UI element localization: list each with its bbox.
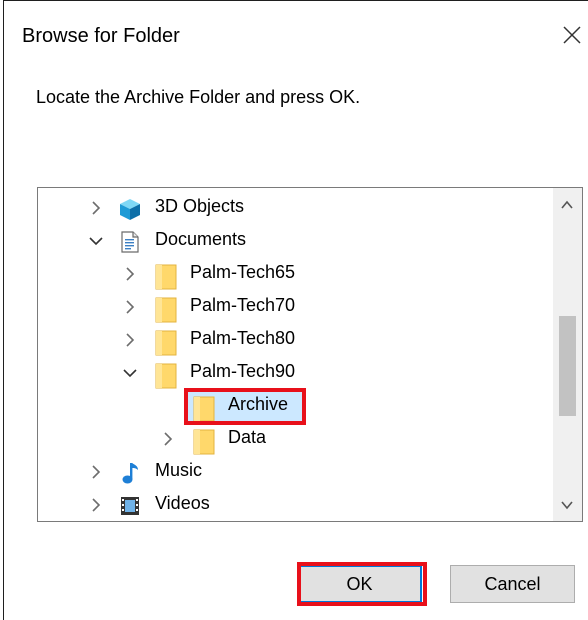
- chevron-right-icon[interactable]: [122, 266, 138, 282]
- tree-item-music[interactable]: Music: [38, 456, 548, 489]
- chevron-right-icon[interactable]: [88, 497, 104, 513]
- chevron-right-icon[interactable]: [122, 299, 138, 315]
- vertical-scrollbar[interactable]: [553, 188, 582, 521]
- chevron-right-icon[interactable]: [160, 431, 176, 447]
- tree-item-palm-tech90[interactable]: Palm-Tech90: [38, 357, 548, 390]
- cancel-button[interactable]: Cancel: [450, 565, 575, 603]
- close-icon[interactable]: [560, 23, 584, 47]
- tree-item-documents[interactable]: Documents: [38, 225, 548, 258]
- chevron-down-icon[interactable]: [88, 233, 104, 249]
- tree-item-label: Palm-Tech90: [190, 361, 296, 381]
- folder-icon: [154, 296, 178, 323]
- tree-item-palm-tech80[interactable]: Palm-Tech80: [38, 324, 548, 357]
- chevron-down-icon[interactable]: [122, 365, 138, 381]
- folder-icon: [154, 263, 178, 290]
- tree-item-label: Videos: [155, 493, 210, 513]
- tree-item-3d-objects[interactable]: 3D Objects: [38, 192, 548, 225]
- chevron-right-icon[interactable]: [88, 200, 104, 216]
- tree-item-videos[interactable]: Videos: [38, 489, 548, 521]
- annotation-highlight-box: [184, 388, 306, 425]
- tree-item-palm-tech70[interactable]: Palm-Tech70: [38, 291, 548, 324]
- tree-item-label: 3D Objects: [155, 196, 245, 216]
- tree-item-label: Music: [155, 460, 203, 480]
- tree-item-archive[interactable]: Archive: [38, 388, 548, 425]
- tree-item-data[interactable]: Data: [38, 423, 548, 456]
- scroll-down-icon[interactable]: [560, 498, 574, 512]
- annotation-highlight-box: [297, 562, 427, 606]
- tree-item-palm-tech65[interactable]: Palm-Tech65: [38, 258, 548, 291]
- dialog-title: Browse for Folder: [22, 25, 180, 47]
- tree-item-label: Palm-Tech65: [190, 262, 296, 282]
- 3d-objects-icon: [118, 197, 142, 221]
- folder-icon: [154, 329, 178, 356]
- tree-item-label: Palm-Tech80: [190, 328, 296, 348]
- tree-item-label: Documents: [155, 229, 247, 249]
- title-bar: Browse for Folder: [4, 1, 588, 61]
- tree-item-label: Data: [228, 427, 267, 447]
- tree-item-label: Palm-Tech70: [190, 295, 296, 315]
- music-icon: [118, 461, 142, 485]
- videos-icon: [118, 494, 142, 518]
- browse-for-folder-dialog: Browse for Folder Locate the Archive Fol…: [3, 0, 588, 620]
- folder-icon: [192, 428, 216, 455]
- scroll-up-icon[interactable]: [560, 198, 574, 212]
- folder-icon: [154, 362, 178, 389]
- instruction-text: Locate the Archive Folder and press OK.: [36, 87, 361, 107]
- chevron-right-icon[interactable]: [122, 332, 138, 348]
- folder-tree[interactable]: 3D Objects Documents Palm-Tech65 Palm-Te…: [37, 187, 583, 522]
- chevron-right-icon[interactable]: [88, 464, 104, 480]
- documents-icon: [118, 230, 142, 254]
- scrollbar-thumb[interactable]: [559, 316, 576, 416]
